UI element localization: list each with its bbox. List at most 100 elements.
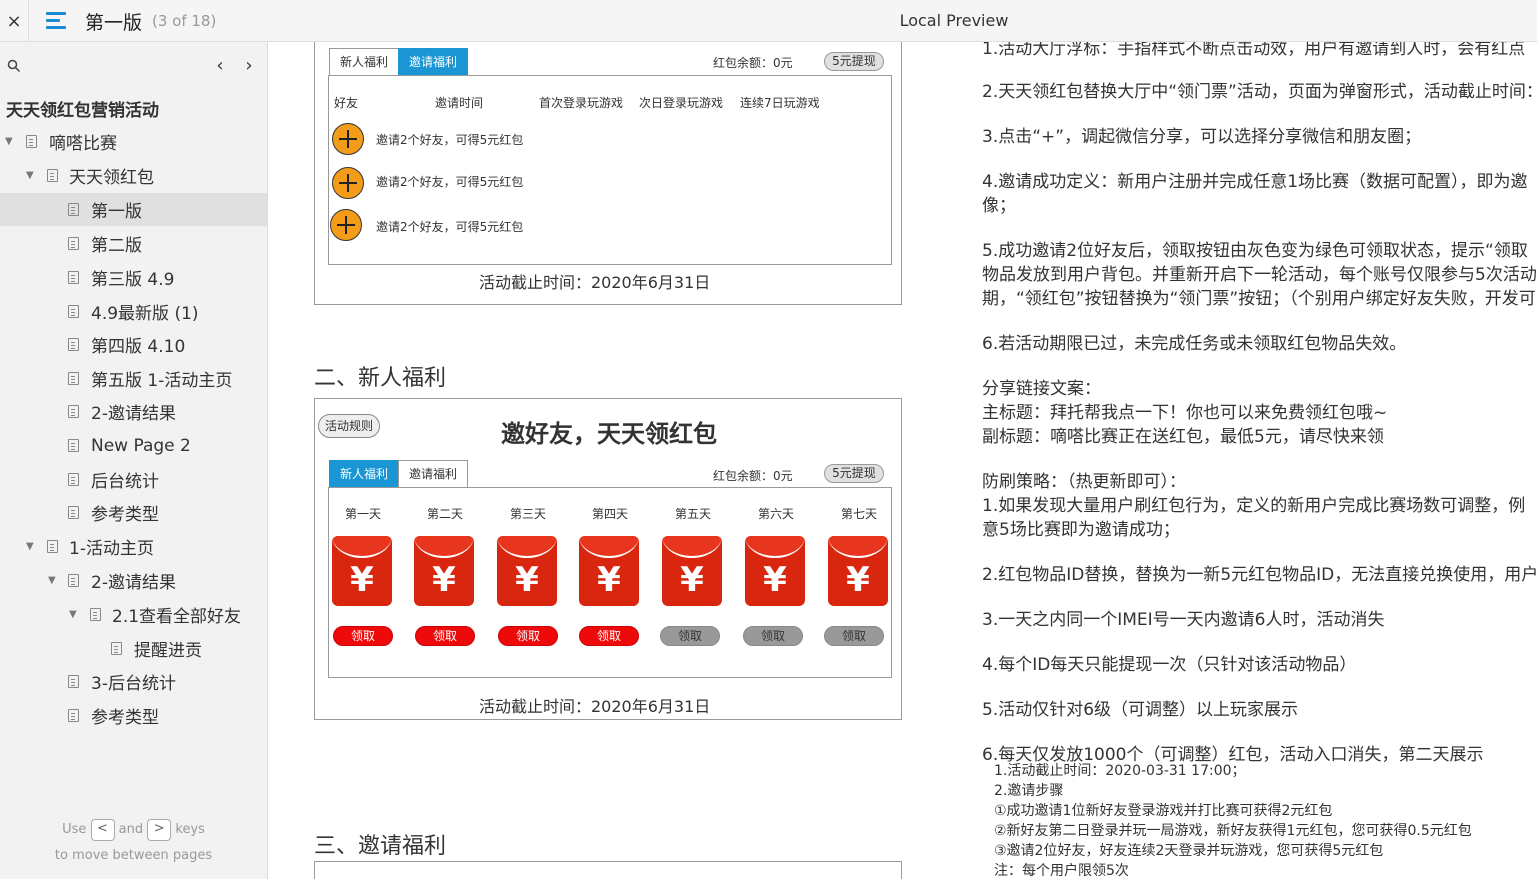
chevron-down-icon[interactable]: ▼ — [48, 575, 58, 586]
add-friend-icon[interactable] — [330, 209, 362, 241]
sidebar-item-tiantianlinghongbao[interactable]: ▼ 天天领红包 — [0, 159, 267, 192]
page-icon — [26, 135, 37, 148]
sidebar-item-invite-result[interactable]: 2-邀请结果 — [0, 395, 267, 428]
page-icon — [68, 271, 79, 284]
red-envelope-icon: ¥ — [662, 536, 722, 606]
sidebar-item-v49-latest[interactable]: 4.9最新版 (1) — [0, 295, 267, 328]
tab-invite[interactable]: 邀请福利 — [398, 460, 468, 488]
note-detail: 注：每个用户限领5次 — [994, 863, 1129, 879]
sidebar-item-new-page-2[interactable]: New Page 2 — [0, 429, 267, 462]
yen-icon: ¥ — [515, 560, 539, 600]
preview-canvas: 新人福利 邀请福利 红包余额：0元 5元提现 好友 邀请时间 首次登录玩游戏 次… — [269, 42, 1537, 879]
prev-page-button[interactable]: ‹ — [212, 54, 228, 76]
day-label: 第六天 — [757, 507, 794, 521]
sidebar-item-reference-2[interactable]: 参考类型 — [0, 699, 267, 732]
withdraw-button[interactable]: 5元提现 — [824, 52, 884, 71]
sidebar-item-v2[interactable]: 第二版 — [0, 227, 267, 260]
day-label: 第一天 — [344, 507, 381, 521]
rules-button[interactable]: 活动规则 — [318, 414, 380, 438]
next-page-button[interactable]: › — [241, 54, 257, 76]
column-header: 邀请时间 — [435, 96, 484, 110]
yen-icon: ¥ — [350, 560, 374, 600]
yen-icon: ¥ — [846, 560, 870, 600]
note-detail: 1.活动截止时间：2020-03-31 17:00； — [994, 763, 1246, 779]
sidebar-item-label: New Page 2 — [91, 435, 191, 456]
claim-button[interactable]: 领取 — [415, 626, 475, 646]
app-title: Local Preview — [899, 11, 1009, 30]
chevron-down-icon[interactable]: ▼ — [26, 541, 36, 552]
withdraw-button[interactable]: 5元提现 — [824, 464, 884, 483]
page-title: 第一版 — [85, 12, 143, 34]
yen-icon: ¥ — [597, 560, 621, 600]
yen-icon: ¥ — [432, 560, 456, 600]
top-bar: × 第一版 (3 of 18) Local Preview — [0, 0, 1537, 42]
hint-text: Use — [62, 822, 87, 837]
keyboard-hint: Use < and > keys to move between pages — [0, 817, 267, 869]
invite-table: 好友 邀请时间 首次登录玩游戏 次日登录玩游戏 连续7日玩游戏 邀请2个好友，可… — [328, 75, 892, 265]
page-icon — [68, 405, 79, 418]
note-detail: ②新好友第二日登录并玩一局游戏，新好友获得1元红包，您可获得0.5元红包 — [994, 823, 1472, 839]
note-line: 分享链接文案： — [982, 379, 1101, 399]
claim-button-disabled[interactable]: 领取 — [660, 626, 720, 646]
sidebar-item-backend-stats[interactable]: 后台统计 — [0, 463, 267, 496]
chevron-down-icon[interactable]: ▼ — [69, 609, 79, 620]
column-header: 连续7日玩游戏 — [740, 96, 820, 110]
tab-new-user[interactable]: 新人福利 — [329, 48, 399, 76]
chevron-down-icon[interactable]: ▼ — [5, 136, 15, 147]
sidebar-item-label: 第四版 4.10 — [91, 337, 186, 357]
sidebar-item-reference[interactable]: 参考类型 — [0, 496, 267, 529]
page-icon — [68, 203, 79, 216]
note-line: 主标题：拜托帮我点一下！你也可以来免费领红包哦~ — [982, 403, 1388, 423]
sidebar-item-label: 3-后台统计 — [91, 674, 176, 694]
page-count: (3 of 18) — [152, 12, 217, 30]
sidebar-item-label: 1-活动主页 — [69, 539, 154, 559]
note-line: 副标题：嘀嗒比赛正在送红包，最低5元，请尽快来领 — [982, 427, 1384, 447]
close-button[interactable]: × — [0, 0, 29, 42]
sidebar-item-v1[interactable]: 第一版 — [0, 193, 267, 226]
sidebar-item-view-friends[interactable]: ▼ 2.1查看全部好友 — [0, 598, 267, 631]
sidebar-item-label: 2.1查看全部好友 — [112, 607, 242, 627]
page-icon — [68, 709, 79, 722]
note-line: 5.活动仅针对6级（可调整）以上玩家展示 — [982, 700, 1299, 720]
note-line: 期，“领红包”按钮替换为“领门票”按钮；（个别用户绑定好友失败，开发可 — [982, 289, 1536, 309]
page-icon — [68, 473, 79, 486]
red-envelope-icon: ¥ — [497, 536, 557, 606]
note-line: 2.天天领红包替换大厅中“领门票”活动，页面为弹窗形式，活动截止时间： — [982, 82, 1537, 102]
sidebar-item-v4[interactable]: 第四版 4.10 — [0, 328, 267, 361]
claim-button-disabled[interactable]: 领取 — [743, 626, 803, 646]
sidebar: ‹ › 天天领红包营销活动 ▼ 嘀嗒比赛 ▼ 天天领红包 第一版 第二版 第三版… — [0, 42, 268, 879]
claim-button[interactable]: 领取 — [498, 626, 558, 646]
sidebar-item-remind[interactable]: 提醒进贡 — [0, 632, 267, 665]
note-line: 3.一天之内同一个IMEI号一天内邀请6人时，活动消失 — [982, 610, 1385, 630]
red-envelope-icon: ¥ — [414, 536, 474, 606]
add-friend-icon[interactable] — [332, 123, 364, 155]
sidebar-item-activity-home[interactable]: ▼ 1-活动主页 — [0, 530, 267, 563]
note-detail: ①成功邀请1位新好友登录游戏并打比赛可获得2元红包 — [994, 803, 1333, 819]
key-next: > — [147, 818, 172, 841]
tab-new-user[interactable]: 新人福利 — [329, 460, 399, 488]
search-icon[interactable] — [7, 59, 21, 73]
claim-button-disabled[interactable]: 领取 — [824, 626, 884, 646]
page-icon — [68, 305, 79, 318]
sidebar-item-label: 后台统计 — [91, 472, 159, 492]
claim-button[interactable]: 领取 — [579, 626, 639, 646]
sidebar-item-label: 第三版 4.9 — [91, 270, 175, 290]
activity-title: 邀好友，天天领红包 — [501, 420, 717, 448]
red-envelope-icon: ¥ — [332, 536, 392, 606]
page-icon — [90, 608, 101, 621]
sidebar-item-label: 4.9最新版 (1) — [91, 304, 199, 324]
tab-invite[interactable]: 邀请福利 — [398, 48, 468, 76]
page-icon — [111, 642, 122, 655]
chevron-down-icon[interactable]: ▼ — [26, 170, 36, 181]
section-heading: 二、新人福利 — [314, 366, 447, 391]
menu-icon[interactable] — [46, 10, 68, 30]
sidebar-item-v3[interactable]: 第三版 4.9 — [0, 261, 267, 294]
day-label: 第三天 — [509, 507, 546, 521]
add-friend-icon[interactable] — [332, 167, 364, 199]
sidebar-item-invite-result-2[interactable]: ▼ 2-邀请结果 — [0, 564, 267, 597]
sidebar-item-backend-stats-2[interactable]: 3-后台统计 — [0, 665, 267, 698]
claim-button[interactable]: 领取 — [333, 626, 393, 646]
sidebar-item-v5[interactable]: 第五版 1-活动主页 — [0, 362, 267, 395]
daily-reward-panel: 第一天 第二天 第三天 第四天 第五天 第六天 第七天 ¥ ¥ ¥ ¥ ¥ ¥ … — [328, 487, 892, 678]
sidebar-item-didabisai[interactable]: ▼ 嘀嗒比赛 — [0, 125, 267, 158]
